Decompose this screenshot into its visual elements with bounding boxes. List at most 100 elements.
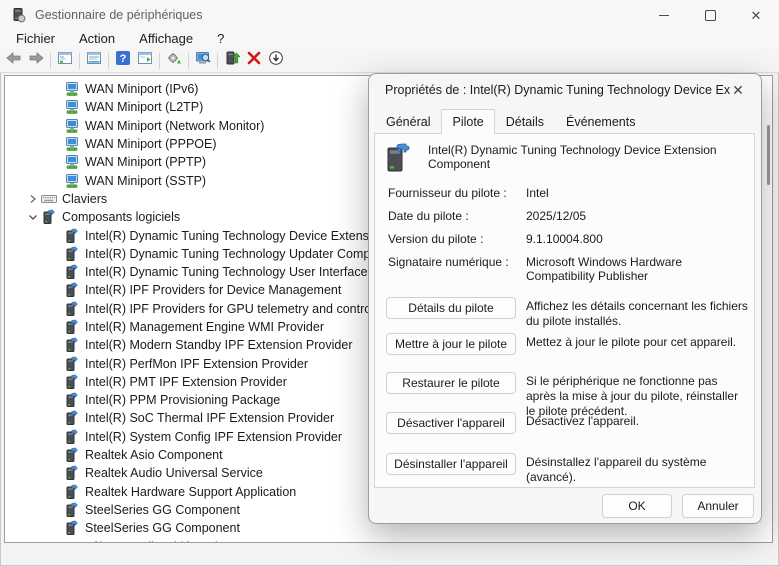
device-manager-window: Gestionnaire de périphériques ✕ FichierA… [0, 0, 779, 566]
software-component-icon [64, 337, 80, 353]
software-component-icon [64, 282, 80, 298]
driver-action-row: Mettre à jour le pilote Mettez à jour le … [386, 333, 748, 355]
software-component-icon [64, 392, 80, 408]
scan-hardware-icon [195, 50, 211, 71]
action-description: Mettez à jour le pilote pour cet apparei… [526, 335, 748, 355]
chevron-expanded-icon[interactable] [25, 209, 41, 225]
console-window-button[interactable] [54, 51, 76, 71]
properties-button[interactable] [83, 51, 105, 71]
software-component-icon [64, 246, 80, 262]
tree-item-label: WAN Miniport (SSTP) [85, 173, 206, 189]
tree-item-label: Intel(R) PerfMon IPF Extension Provider [85, 356, 308, 372]
chevron-collapsed-icon[interactable] [25, 539, 41, 543]
maximize-icon [705, 10, 716, 21]
tab-evenements[interactable]: Événements [555, 111, 646, 134]
tree-item-label: Intel(R) SoC Thermal IPF Extension Provi… [85, 410, 334, 426]
disable-device-button[interactable]: Désactiver l'appareil [386, 412, 516, 434]
driver-actions: Détails du pilote Affichez les détails co… [375, 134, 754, 487]
software-component-icon [64, 410, 80, 426]
action-description: Désinstallez l'appareil du système (avan… [526, 455, 748, 485]
driver-action-row: Détails du pilote Affichez les détails co… [386, 297, 748, 329]
close-icon: ✕ [751, 9, 762, 22]
tree-item-label: Intel(R) Dynamic Tuning Technology User … [85, 264, 386, 280]
tab-pilote[interactable]: Pilote [441, 109, 494, 134]
device-manager-app-icon [10, 7, 26, 23]
network-adapter-icon [64, 154, 80, 170]
minimize-button[interactable] [641, 0, 687, 30]
tree-item-label: Intel(R) IPF Providers for GPU telemetry… [85, 301, 380, 317]
menu-affichage[interactable]: Affichage [127, 30, 205, 49]
software-component-icon [64, 465, 80, 481]
tree-item[interactable]: Contrôleurs audio, vidéo et jeu [5, 537, 772, 543]
tree-item-label: Intel(R) Modern Standby IPF Extension Pr… [85, 337, 352, 353]
driver-details-button[interactable]: Détails du pilote [386, 297, 516, 319]
refresh-gear-icon [166, 50, 182, 71]
tree-item-label: Intel(R) System Config IPF Extension Pro… [85, 429, 342, 445]
properties-dialog: Propriétés de : Intel(R) Dynamic Tuning … [368, 73, 762, 524]
software-component-icon [41, 209, 57, 225]
toolbar: ? [0, 49, 779, 73]
update-driver-button[interactable]: Mettre à jour le pilote [386, 333, 516, 355]
uninstall-device-button[interactable]: Désinstaller l'appareil [386, 453, 516, 475]
cancel-button[interactable]: Annuler [682, 494, 754, 518]
back-button[interactable] [3, 51, 25, 71]
close-button[interactable]: ✕ [733, 0, 779, 30]
action-description: Affichez les détails concernant les fich… [526, 299, 748, 329]
toolbar-separator [159, 53, 160, 69]
tree-item-label: Intel(R) Dynamic Tuning Technology Devic… [85, 228, 386, 244]
tree-item-label: WAN Miniport (PPTP) [85, 154, 206, 170]
driver-action-row: Désinstaller l'appareil Désinstallez l'ap… [386, 453, 748, 485]
software-component-icon [64, 502, 80, 518]
tab-general[interactable]: Général [375, 111, 441, 134]
minimize-icon [659, 15, 669, 16]
rollback-driver-button[interactable]: Restaurer le pilote [386, 372, 516, 394]
tree-item-label: WAN Miniport (L2TP) [85, 99, 203, 115]
window-title: Gestionnaire de périphériques [35, 8, 202, 22]
uninstall-device-button[interactable] [243, 51, 265, 71]
software-component-icon [64, 356, 80, 372]
tree-item-label: Intel(R) IPF Providers for Device Manage… [85, 282, 341, 298]
back-icon [6, 50, 22, 71]
menu-help[interactable]: ? [205, 30, 236, 49]
dialog-tabs: GénéralPiloteDétailsÉvénements [375, 111, 646, 134]
dialog-title: Propriétés de : Intel(R) Dynamic Tuning … [385, 83, 730, 97]
toolbar-separator [188, 53, 189, 69]
forward-icon [28, 50, 44, 71]
update-driver-button[interactable] [221, 51, 243, 71]
keyboard-icon [41, 191, 57, 207]
menu-fichier[interactable]: Fichier [4, 30, 67, 49]
tree-scrollbar-thumb[interactable] [767, 125, 770, 185]
tree-item-label: Claviers [62, 191, 107, 207]
network-adapter-icon [64, 81, 80, 97]
software-component-icon [64, 447, 80, 463]
toolbar-separator [79, 53, 80, 69]
window-controls: ✕ [641, 0, 779, 30]
forward-button[interactable] [25, 51, 47, 71]
disable-device-icon [268, 50, 284, 71]
software-component-icon [64, 264, 80, 280]
tree-item-label: SteelSeries GG Component [85, 520, 240, 536]
ok-button[interactable]: OK [602, 494, 672, 518]
software-component-icon [64, 228, 80, 244]
network-adapter-icon [64, 173, 80, 189]
tree-item-label: Intel(R) PMT IPF Extension Provider [85, 374, 287, 390]
refresh-gear-button[interactable] [163, 51, 185, 71]
toolbar-separator [217, 53, 218, 69]
tab-details[interactable]: Détails [495, 111, 555, 134]
help-button[interactable]: ? [112, 51, 134, 71]
software-component-icon [64, 319, 80, 335]
action-pane-button[interactable] [134, 51, 156, 71]
disable-device-button[interactable] [265, 51, 287, 71]
menu-action[interactable]: Action [67, 30, 127, 49]
software-component-icon [64, 520, 80, 536]
network-adapter-icon [64, 136, 80, 152]
maximize-button[interactable] [687, 0, 733, 30]
toolbar-separator [108, 53, 109, 69]
software-component-icon [64, 301, 80, 317]
chevron-collapsed-icon[interactable] [25, 191, 41, 207]
tree-item-label: WAN Miniport (PPPOE) [85, 136, 217, 152]
dialog-close-button[interactable]: ✕ [728, 80, 748, 100]
network-adapter-icon [64, 99, 80, 115]
scan-hardware-button[interactable] [192, 51, 214, 71]
action-pane-icon [137, 50, 153, 71]
